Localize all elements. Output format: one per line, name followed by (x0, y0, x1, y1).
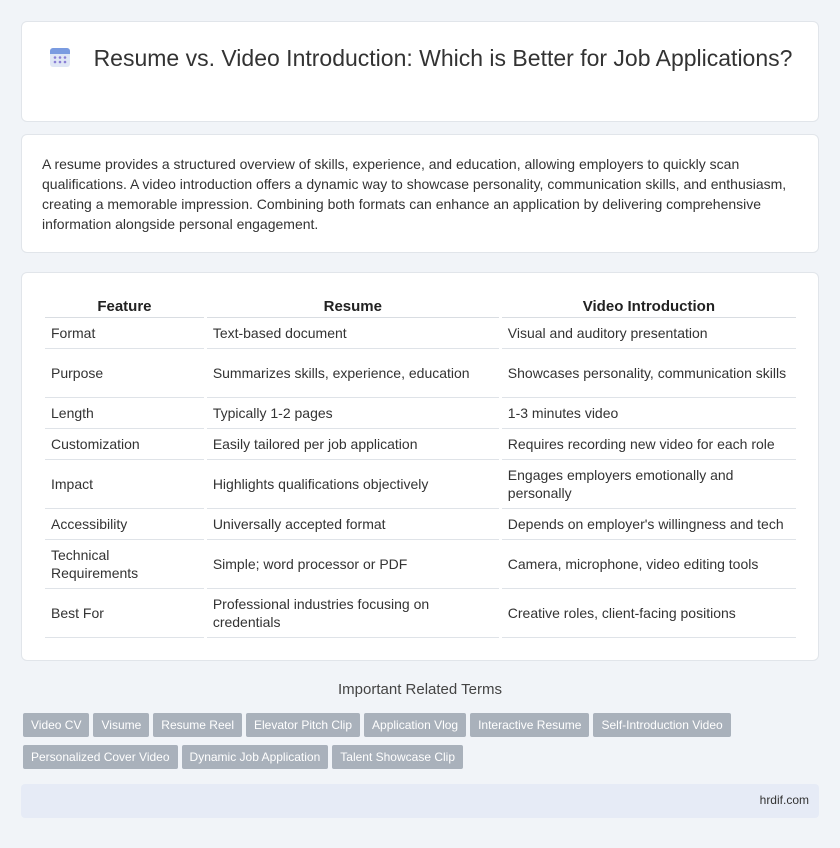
table-cell: Format (45, 318, 204, 349)
footer-bar: hrdif.com (21, 784, 819, 818)
table-cell: Visual and auditory presentation (501, 318, 796, 349)
table-cell: Depends on employer's willingness and te… (501, 509, 796, 540)
related-term-tag[interactable]: Dynamic Job Application (181, 745, 329, 769)
related-terms-heading: Important Related Terms (338, 681, 502, 698)
table-row: Accessibility Universally accepted forma… (45, 509, 796, 540)
related-term-tag[interactable]: Talent Showcase Clip (332, 745, 463, 769)
table-cell: Typically 1-2 pages (206, 398, 499, 429)
related-term-tag[interactable]: Self-Introduction Video (593, 713, 731, 737)
related-term-tag[interactable]: Visume (93, 713, 150, 737)
table-cell: Universally accepted format (206, 509, 499, 540)
table-row: Best For Professional industries focusin… (45, 589, 796, 638)
table-cell: Length (45, 398, 204, 429)
comparison-card: Feature Resume Video Introduction Format… (21, 272, 819, 661)
title-card: Resume vs. Video Introduction: Which is … (21, 21, 819, 122)
page-title: Resume vs. Video Introduction: Which is … (22, 44, 818, 73)
table-cell: Technical Requirements (45, 540, 204, 589)
table-cell: Best For (45, 589, 204, 638)
table-row: Length Typically 1-2 pages 1-3 minutes v… (45, 398, 796, 429)
related-term-tag[interactable]: Elevator Pitch Clip (245, 713, 361, 737)
table-row: Technical Requirements Simple; word proc… (45, 540, 796, 589)
table-cell: 1-3 minutes video (501, 398, 796, 429)
related-term-tag[interactable]: Video CV (23, 713, 90, 737)
table-cell: Summarizes skills, experience, education (206, 349, 499, 398)
related-term-tag[interactable]: Personalized Cover Video (23, 745, 178, 769)
table-row: Customization Easily tailored per job ap… (45, 429, 796, 460)
table-cell: Camera, microphone, video editing tools (501, 540, 796, 589)
table-cell: Easily tailored per job application (206, 429, 499, 460)
table-cell: Highlights qualifications objectively (206, 460, 499, 509)
column-header-feature: Feature (45, 295, 204, 318)
table-cell: Requires recording new video for each ro… (501, 429, 796, 460)
calendar-icon (49, 48, 70, 67)
table-cell: Simple; word processor or PDF (206, 540, 499, 589)
table-cell: Impact (45, 460, 204, 509)
table-cell: Text-based document (206, 318, 499, 349)
intro-paragraph: A resume provides a structured overview … (42, 156, 787, 232)
table-cell: Purpose (45, 349, 204, 398)
column-header-resume: Resume (206, 295, 499, 318)
related-term-tag[interactable]: Resume Reel (153, 713, 242, 737)
intro-card: A resume provides a structured overview … (21, 134, 819, 253)
table-row: Purpose Summarizes skills, experience, e… (45, 349, 796, 398)
table-row: Format Text-based document Visual and au… (45, 318, 796, 349)
page-title-text: Resume vs. Video Introduction: Which is … (93, 45, 793, 71)
table-cell: Customization (45, 429, 204, 460)
table-row: Impact Highlights qualifications objecti… (45, 460, 796, 509)
table-cell: Professional industries focusing on cred… (206, 589, 499, 638)
footer-site-link[interactable]: hrdif.com (760, 793, 809, 807)
column-header-video-introduction: Video Introduction (501, 295, 796, 318)
related-term-tag[interactable]: Interactive Resume (470, 713, 590, 737)
table-cell: Showcases personality, communication ski… (501, 349, 796, 398)
table-header-row: Feature Resume Video Introduction (45, 295, 796, 318)
related-terms-list: Video CV Visume Resume Reel Elevator Pitch … (23, 713, 783, 777)
table-cell: Accessibility (45, 509, 204, 540)
table-cell: Engages employers emotionally and person… (501, 460, 796, 509)
comparison-table: Feature Resume Video Introduction Format… (42, 295, 799, 638)
table-cell: Creative roles, client-facing positions (501, 589, 796, 638)
related-term-tag[interactable]: Application Vlog (364, 713, 467, 737)
